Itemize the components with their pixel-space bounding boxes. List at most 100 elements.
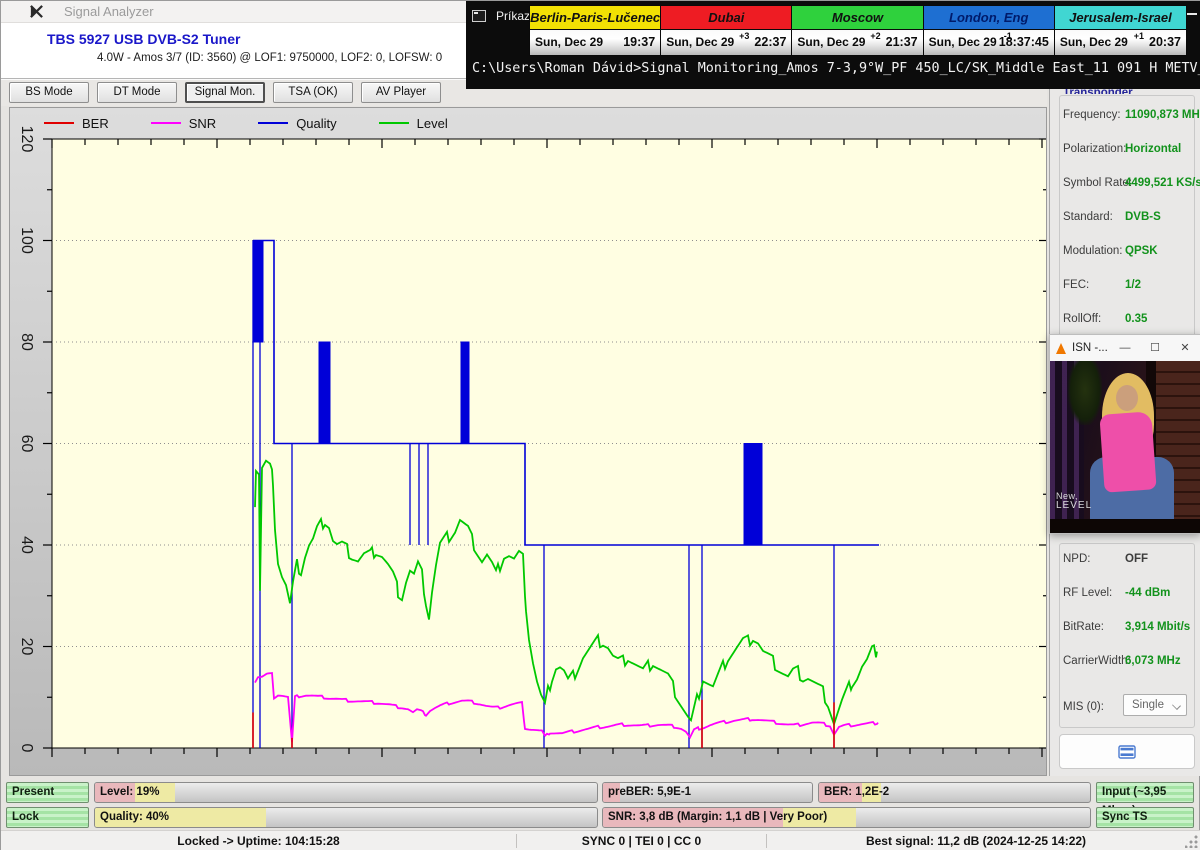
status-badge-input-mbps-: Input (~3,95 Mbps) [1096, 782, 1194, 817]
param-row-fec: FEC: 1/2 [1063, 279, 1193, 295]
param-label: NPD: [1063, 553, 1091, 565]
param-row-standard: Standard: DVB-S [1063, 211, 1193, 227]
world-clock-widget: Berlin-Paris-Lučenec Sun, Dec 29 19:37 Duba… [529, 5, 1187, 56]
clock-time-row: Sun, Dec 29 +1 20:37 [1054, 30, 1187, 55]
param-label: Standard: [1063, 211, 1113, 223]
drive-stripes-icon [1118, 744, 1136, 759]
param-row-carrierwidth: CarrierWidth: 6,073 MHz [1063, 655, 1193, 671]
param-label: Symbol Rate: [1063, 177, 1133, 189]
clock-city-london-eng: London, Eng Sun, Dec 29 -1 18:37:45 [923, 6, 1055, 55]
bar-label: BER: 1,2E-2 [824, 786, 890, 798]
clock-city-dubai: Dubai Sun, Dec 29 +3 22:37 [661, 6, 793, 55]
console-command-line[interactable]: C:\Users\Roman Dávid>Signal Monitoring_A… [472, 61, 1200, 76]
status-badge-lock: Lock [6, 807, 89, 828]
bar-label: SNR: 3,8 dB (Margin: 1,1 dB | Very Poor) [608, 811, 828, 823]
param-row-bitrate: BitRate: 3,914 Mbit/s [1063, 621, 1193, 637]
param-value: 0.35 [1125, 313, 1148, 325]
param-row-npd: NPD: OFF [1063, 553, 1193, 569]
clock-city-name: Dubai [661, 6, 792, 30]
param-value: -44 dBm [1125, 587, 1171, 599]
window-title: Signal Analyzer [64, 4, 154, 19]
status-best-signal: Best signal: 11,2 dB (2024-12-25 14:22) [865, 834, 1087, 848]
clock-city-berlin-paris-lu-enec: Berlin-Paris-Lučenec Sun, Dec 29 19:37 [530, 6, 662, 55]
indicator-row-1: Present Level: 19% preBER: 5,9E-1 BER: 1,2E… [1, 782, 1200, 817]
clock-utc-offset: +3 [739, 31, 750, 41]
panel-action-button[interactable] [1059, 734, 1195, 769]
video-player-window[interactable]: ISN -... — ☐ ✕ New, LEVEL [1049, 334, 1200, 534]
tab-dt-mode[interactable]: DT Mode [97, 82, 177, 103]
param-row-rolloff: RollOff: 0.35 [1063, 313, 1193, 329]
clock-city-jerusalem-israel: Jerusalem-Israel Sun, Dec 29 +1 20:37 [1054, 6, 1187, 55]
svg-text:120: 120 [18, 126, 35, 153]
param-value: DVB-S [1125, 211, 1161, 223]
mis-value: Single [1132, 699, 1164, 711]
tab-signal-mon-[interactable]: Signal Mon. [185, 82, 265, 103]
param-row-symbolrate: Symbol Rate: 4499,521 KS/s [1063, 177, 1200, 193]
clock-date: Sun, Dec 29 [666, 35, 735, 49]
console-icon [472, 10, 486, 22]
svg-text:80: 80 [18, 333, 35, 351]
status-badge-present: Present [6, 782, 89, 803]
tab-bs-mode[interactable]: BS Mode [9, 82, 89, 103]
chevron-down-icon [1172, 701, 1181, 710]
svg-text:60: 60 [18, 435, 35, 453]
clock-city-name: Berlin-Paris-Lučenec [530, 6, 661, 30]
clock-utc-offset: +1 [1133, 31, 1145, 41]
desktop: Signal Analyzer TBS 5927 USB DVB-S2 Tune… [0, 0, 1200, 850]
param-value: 11090,873 MHz [1125, 109, 1200, 121]
param-label: FEC: [1063, 279, 1090, 291]
indicator-bar-quality: Quality: 40% [94, 807, 598, 828]
clock-city-name: London, Eng [923, 6, 1054, 30]
video-titlebar[interactable]: ISN -... — ☐ ✕ [1050, 335, 1200, 361]
close-button[interactable]: ✕ [1170, 335, 1200, 361]
resize-grip[interactable] [1185, 835, 1198, 848]
param-value: 3,914 Mbit/s [1125, 621, 1191, 633]
param-label: BitRate: [1063, 621, 1104, 633]
param-label: Modulation: [1063, 245, 1123, 257]
video-floor [1050, 519, 1200, 533]
clock-time-row: Sun, Dec 29 -1 18:37:45 [923, 30, 1054, 55]
indicator-bar-preber: preBER: 5,9E-1 [602, 782, 813, 803]
clock-time: 21:37 [885, 35, 918, 49]
maximize-button[interactable]: ☐ [1140, 335, 1170, 361]
bar-label: Level: 19% [100, 786, 160, 798]
tuner-name: TBS 5927 USB DVB-S2 Tuner [47, 31, 241, 47]
param-label: Frequency: [1063, 109, 1121, 121]
minimize-icon[interactable] [1187, 13, 1197, 15]
svg-text:0: 0 [18, 744, 35, 753]
video-window-title: ISN -... [1072, 342, 1108, 354]
mis-label: MIS (0): [1063, 701, 1104, 713]
param-value: QPSK [1125, 245, 1158, 257]
bar-label: Quality: 40% [100, 811, 170, 823]
status-sync: SYNC 0 | TEI 0 | CC 0 [581, 834, 702, 848]
mis-dropdown[interactable]: Single [1123, 694, 1187, 716]
video-plant [1068, 361, 1102, 425]
clock-date: Sun, Dec 29 [535, 35, 604, 49]
clock-time-row: Sun, Dec 29 +2 21:37 [792, 30, 923, 55]
clock-date: Sun, Dec 29 [1059, 35, 1128, 49]
video-person [1099, 411, 1157, 493]
clock-time: 22:37 [754, 35, 787, 49]
clock-city-name: Moscow [792, 6, 923, 30]
clock-time-row: Sun, Dec 29 +3 22:37 [661, 30, 792, 55]
tab-tsa-ok-[interactable]: TSA (OK) [273, 82, 353, 103]
clock-time: 20:37 [1149, 35, 1182, 49]
tuner-details: 4.0W - Amos 3/7 (ID: 3560) @ LOF1: 97500… [97, 52, 443, 64]
clock-time: 18:37:45 [998, 35, 1049, 49]
status-badge-sync-ts: Sync TS [1096, 807, 1194, 828]
video-frame[interactable]: New, LEVEL [1050, 361, 1200, 533]
indicator-bar-snr: SNR: 3,8 dB (Margin: 1,1 dB | Very Poor) [602, 807, 1091, 828]
param-label: RollOff: [1063, 313, 1102, 325]
param-value: Horizontal [1125, 143, 1182, 155]
bar-label: preBER: 5,9E-1 [608, 786, 692, 798]
param-value: OFF [1125, 553, 1148, 565]
clock-city-moscow: Moscow Sun, Dec 29 +2 21:37 [792, 6, 924, 55]
tab-av-player[interactable]: AV Player [361, 82, 441, 103]
svg-text:20: 20 [18, 638, 35, 656]
indicator-row-2: Lock Quality: 40% SNR: 3,8 dB (Margin: 1,1… [1, 807, 1200, 828]
param-value: 1/2 [1125, 279, 1141, 291]
param-row-rflevel: RF Level: -44 dBm [1063, 587, 1193, 603]
param-label: Polarization: [1063, 143, 1127, 155]
clock-utc-offset: +2 [870, 31, 881, 41]
minimize-button[interactable]: — [1110, 335, 1140, 361]
